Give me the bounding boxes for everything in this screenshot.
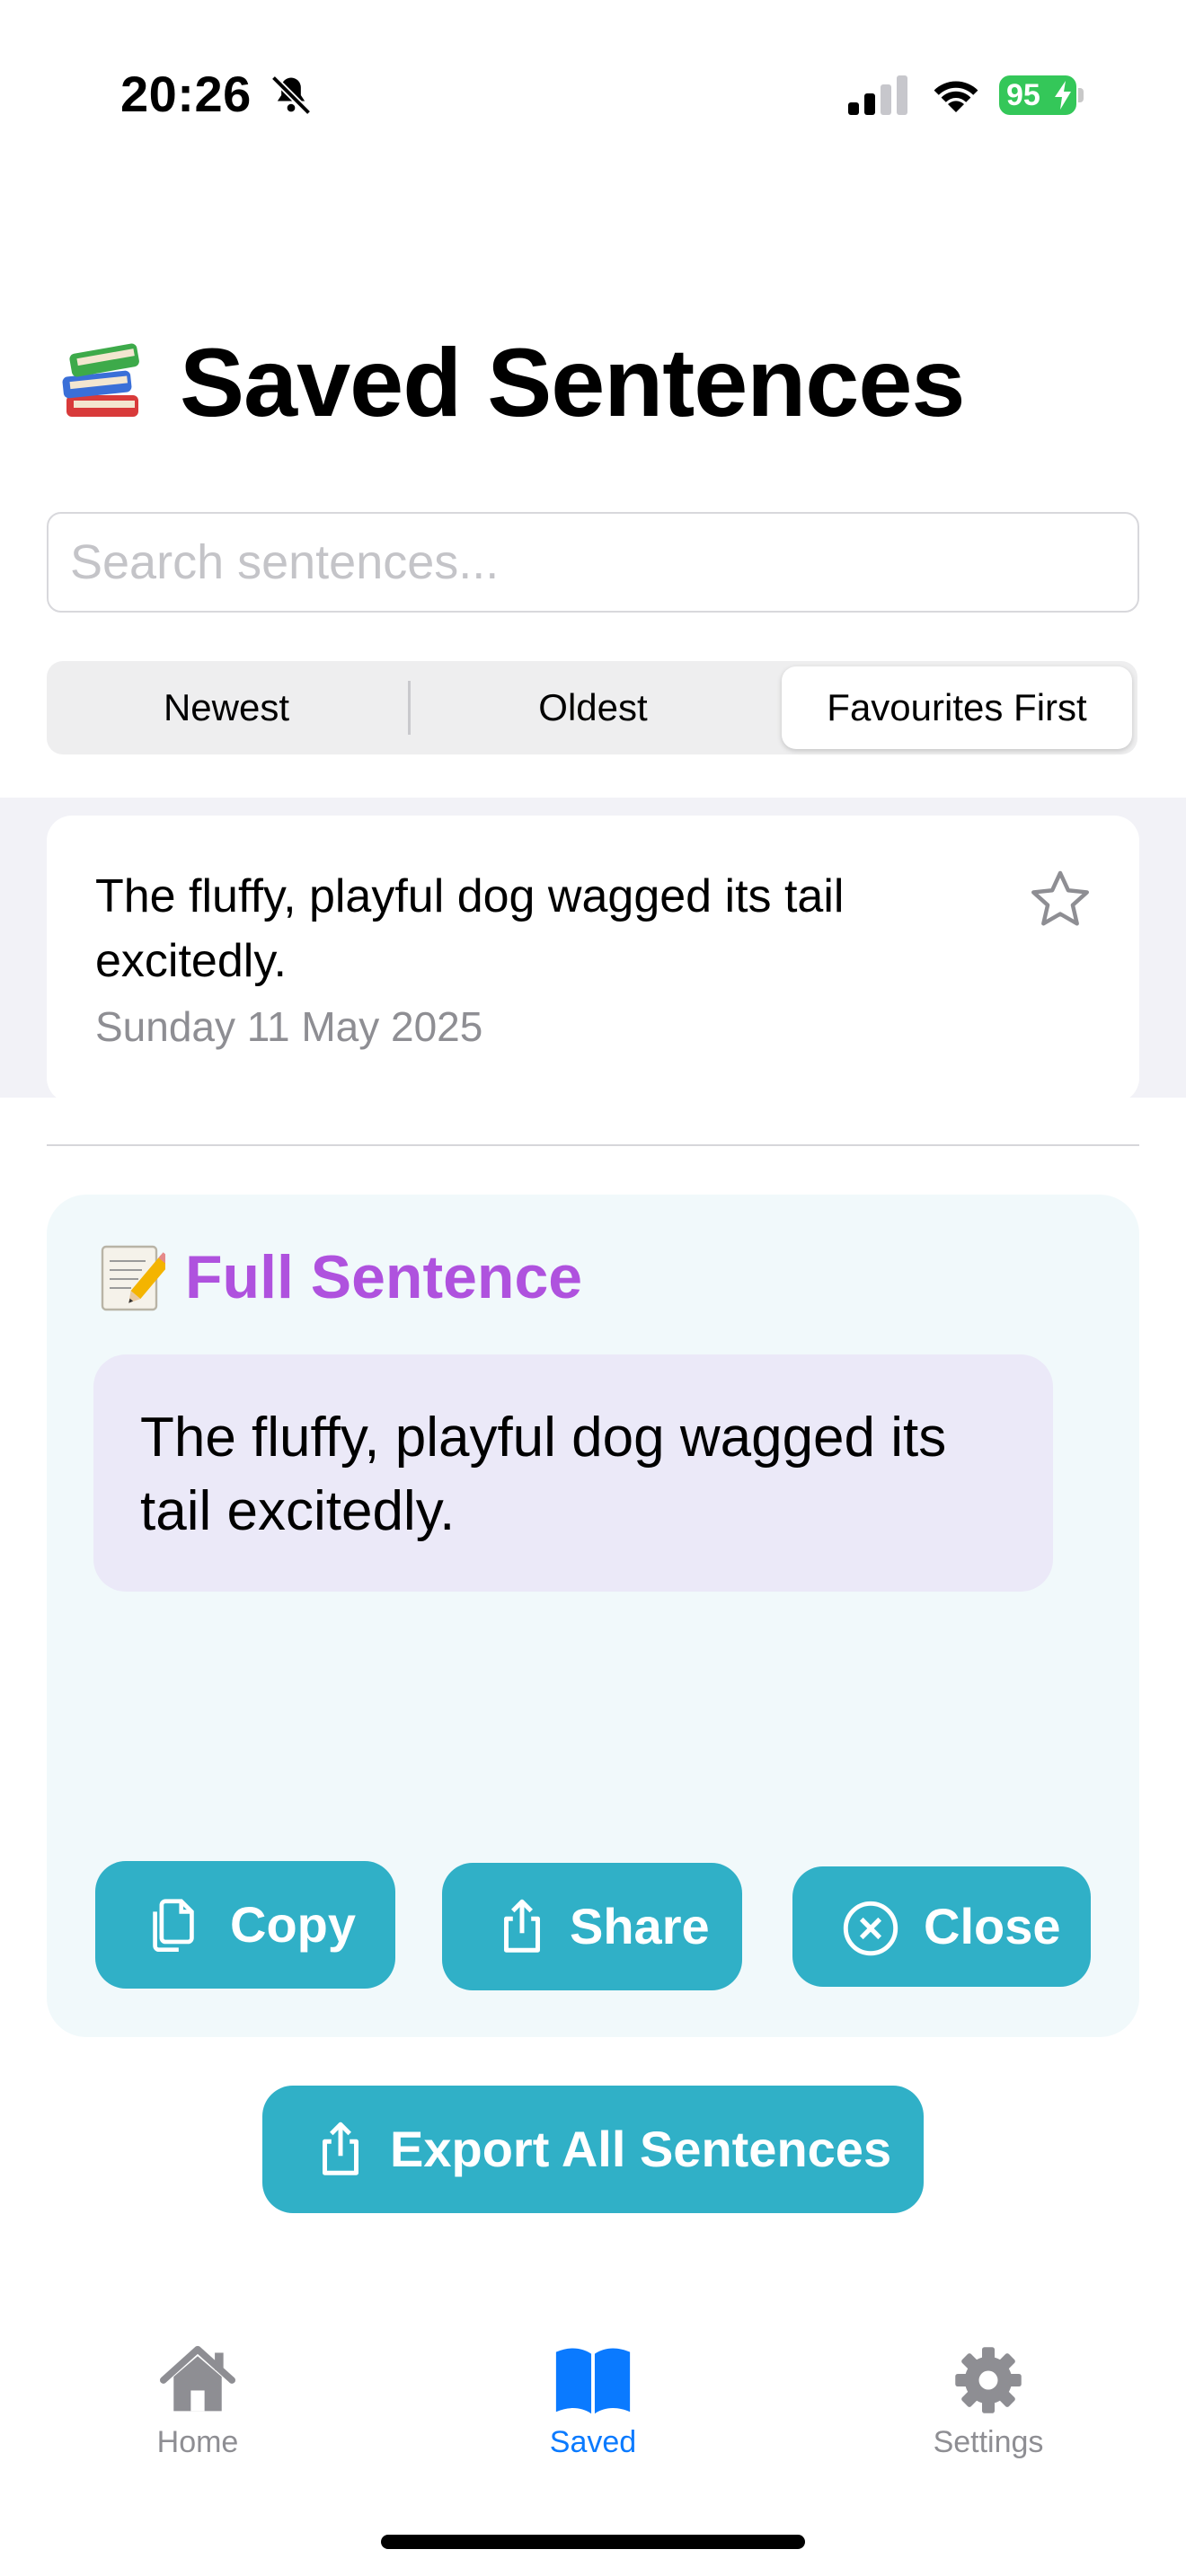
copy-icon	[153, 1899, 194, 1953]
full-sentence-box: The fluffy, playful dog wagged its tail …	[93, 1354, 1053, 1592]
books-icon	[62, 343, 139, 417]
wifi-icon	[934, 81, 978, 112]
close-button[interactable]: Close	[792, 1866, 1091, 1987]
sort-option-oldest[interactable]: Oldest	[410, 661, 776, 754]
export-all-button[interactable]: Export All Sentences	[262, 2086, 924, 2213]
sort-option-newest[interactable]: Newest	[47, 661, 406, 754]
share-label: Share	[570, 1898, 710, 1954]
charging-bolt-icon	[1055, 81, 1071, 110]
status-time: 20:26	[120, 66, 252, 122]
tab-home[interactable]: Home	[126, 2342, 270, 2460]
tab-settings-label: Settings	[933, 2425, 1044, 2459]
cellular-signal-icon	[848, 75, 907, 115]
tab-settings[interactable]: Settings	[916, 2342, 1060, 2460]
share-icon	[323, 2122, 358, 2175]
share-icon	[504, 1899, 540, 1953]
tab-saved-label: Saved	[549, 2425, 637, 2459]
panel-title: Full Sentence	[185, 1243, 583, 1311]
sort-option-favourites-first[interactable]: Favourites First	[782, 666, 1132, 749]
sentence-date: Sunday 11 May 2025	[95, 1003, 483, 1050]
sentence-text: The fluffy, playful dog wagged its tail …	[95, 870, 845, 987]
battery-level: 95	[1006, 78, 1040, 112]
page-title: Saved Sentences	[180, 328, 965, 437]
screen: 20:26 95 Saved Sentences Newest	[0, 0, 1186, 2576]
bell-slash-icon	[270, 75, 312, 116]
tab-saved[interactable]: Saved	[521, 2342, 665, 2460]
export-label: Export All Sentences	[390, 2121, 892, 2177]
copy-button[interactable]: Copy	[95, 1861, 395, 1989]
search-input[interactable]	[47, 512, 1139, 613]
gear-icon	[955, 2347, 1022, 2413]
full-sentence-text: The fluffy, playful dog wagged its tail …	[140, 1407, 947, 1542]
divider	[47, 1144, 1139, 1146]
tab-home-label: Home	[156, 2425, 239, 2459]
share-button[interactable]: Share	[442, 1863, 742, 1990]
book-icon	[555, 2348, 631, 2414]
sentence-card[interactable]: The fluffy, playful dog wagged its tail …	[47, 816, 1139, 1103]
full-sentence-panel: Full Sentence The fluffy, playful dog wa…	[47, 1195, 1139, 2037]
sort-segmented-control: Newest Oldest Favourites First	[47, 661, 1137, 754]
home-indicator	[381, 2535, 805, 2549]
copy-label: Copy	[230, 1896, 356, 1953]
battery-cap	[1078, 88, 1084, 102]
favourite-star-icon[interactable]	[1026, 866, 1094, 934]
close-label: Close	[924, 1898, 1061, 1954]
house-icon	[160, 2345, 235, 2412]
close-circle-icon	[843, 1901, 898, 1956]
memo-icon	[101, 1245, 165, 1311]
battery-indicator: 95	[999, 75, 1076, 115]
